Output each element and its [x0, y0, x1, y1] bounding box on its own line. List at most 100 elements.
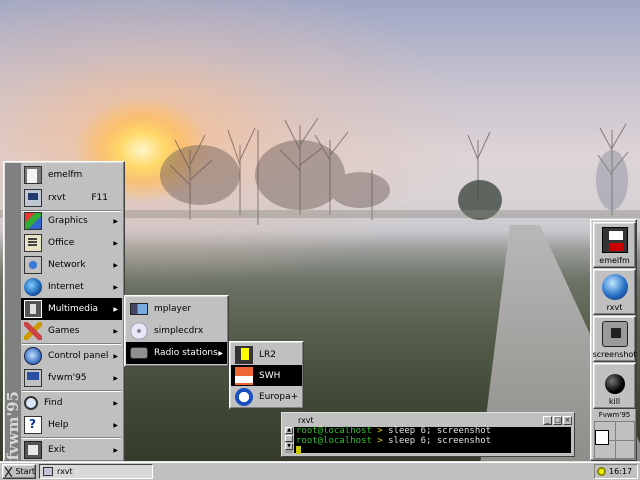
- terminal-icon: [24, 189, 42, 207]
- start-menu-banner: fvwm'95: [4, 163, 22, 460]
- swh-logo-icon: [235, 366, 253, 385]
- menu-item-label: Office: [48, 238, 75, 248]
- menu-item-network[interactable]: Network ▶: [21, 254, 122, 276]
- menu-item-label: fvwm'95: [48, 373, 87, 383]
- menu-item-swh[interactable]: SWH: [231, 365, 302, 386]
- taskbar: Start rxvt 16:17: [0, 461, 640, 480]
- menu-item-control-panel[interactable]: Control panel ▶: [21, 345, 122, 367]
- menu-item-help[interactable]: Help ▶: [21, 414, 122, 436]
- dock-button-label: kill: [608, 397, 621, 406]
- maximize-button[interactable]: □: [553, 416, 562, 425]
- desktop-pager[interactable]: Fvwm'95: [593, 410, 636, 460]
- dock-button-label: rxvt: [606, 303, 623, 312]
- menu-item-label: rxvt: [48, 193, 66, 203]
- start-button[interactable]: Start: [2, 464, 36, 479]
- submenu-arrow-icon: ▶: [113, 217, 118, 225]
- submenu-arrow-icon: ▶: [113, 327, 118, 335]
- prompt-text: root@localhost: [296, 426, 372, 436]
- terminal-line: root@localhost > sleep 6; screenshot: [296, 435, 571, 447]
- europa-plus-logo-icon: [235, 387, 253, 406]
- find-icon: [24, 396, 38, 410]
- menu-item-label: LR2: [259, 349, 276, 360]
- globe-icon: [601, 274, 628, 300]
- scroll-down-arrow-icon[interactable]: ▼: [285, 443, 293, 450]
- scroll-up-arrow-icon[interactable]: ▲: [285, 427, 293, 434]
- submenu-arrow-icon: ▶: [113, 352, 118, 360]
- command-text: sleep 6; screenshot: [382, 426, 492, 436]
- menu-item-emelfm[interactable]: emelfm: [21, 164, 122, 186]
- menu-item-label: SWH: [259, 370, 281, 381]
- menu-item-europa-plus[interactable]: Europa+: [231, 386, 302, 407]
- menu-item-graphics[interactable]: Graphics ▶: [21, 210, 122, 232]
- network-icon: [24, 256, 42, 274]
- rxvt-window[interactable]: rxvt _ □ × ▲ ▼ root@localhost > sleep 6;…: [281, 412, 575, 457]
- menu-item-exit[interactable]: Exit ▶: [21, 439, 122, 461]
- menu-item-label: Radio stations: [154, 348, 218, 358]
- clock[interactable]: 16:17: [609, 467, 632, 476]
- menu-item-label: Help: [48, 420, 69, 430]
- submenu-arrow-icon: ▶: [113, 399, 118, 407]
- menu-item-office[interactable]: Office ▶: [21, 232, 122, 254]
- prompt-text: root@localhost: [296, 435, 372, 446]
- menu-item-mplayer[interactable]: mplayer: [126, 298, 227, 320]
- menu-item-fvwm95[interactable]: fvwm'95 ▶: [21, 367, 122, 389]
- mplayer-icon: [130, 303, 148, 315]
- submenu-arrow-icon: ▶: [113, 446, 118, 454]
- window-title: rxvt: [298, 416, 314, 425]
- radio-stations-submenu: LR2 SWH Europa+: [229, 341, 304, 409]
- menu-item-games[interactable]: Games ▶: [21, 320, 122, 342]
- start-label: Start: [15, 467, 35, 476]
- dock-button-rxvt[interactable]: rxvt: [593, 269, 636, 315]
- camera-icon: [601, 321, 628, 347]
- menu-item-multimedia[interactable]: Multimedia ▶: [21, 298, 122, 320]
- menu-item-label: Control panel: [48, 351, 109, 361]
- menu-item-radio-stations[interactable]: Radio stations ▶: [126, 342, 227, 364]
- submenu-arrow-icon: ▶: [113, 283, 118, 291]
- terminal-output[interactable]: root@localhost > sleep 6; screenshot roo…: [294, 426, 571, 454]
- taskbar-button-label: rxvt: [57, 467, 73, 476]
- menu-item-lr2[interactable]: LR2: [231, 344, 302, 365]
- window-titlebar[interactable]: rxvt _ □ ×: [284, 415, 572, 426]
- menu-item-label: Find: [44, 398, 63, 408]
- taskbar-button-rxvt[interactable]: rxvt: [39, 464, 153, 479]
- submenu-arrow-icon: ▶: [113, 261, 118, 269]
- close-button[interactable]: ×: [563, 416, 572, 425]
- pager-window-thumbnail[interactable]: [595, 430, 609, 445]
- menu-item-shortcut: F11: [91, 193, 108, 203]
- tray-status-icon[interactable]: [597, 467, 606, 476]
- submenu-arrow-icon: ▶: [113, 239, 118, 247]
- dock-button-label: emelfm: [599, 256, 630, 265]
- fvwm-icon: [24, 369, 42, 387]
- command-text: sleep 6; screenshot: [382, 435, 492, 446]
- dock-button-emelfm[interactable]: emelfm: [593, 222, 636, 268]
- menu-item-label: Internet: [48, 282, 84, 292]
- dock-button-kill[interactable]: kill: [593, 363, 636, 409]
- terminal-line: [296, 446, 571, 458]
- file-manager-icon: [24, 166, 42, 184]
- menu-item-label: Multimedia: [48, 304, 99, 314]
- dock-button-screenshot[interactable]: screenshot: [593, 316, 636, 362]
- submenu-arrow-icon: ▶: [218, 349, 223, 357]
- terminal-icon: [43, 467, 53, 476]
- floppy-icon: [601, 227, 628, 253]
- menu-item-find[interactable]: Find ▶: [21, 392, 122, 414]
- help-icon: [24, 416, 42, 434]
- submenu-arrow-icon: ▶: [113, 421, 118, 429]
- submenu-arrow-icon: ▶: [113, 305, 118, 313]
- menu-item-label: Games: [48, 326, 80, 336]
- pager-title: Fvwm'95: [598, 411, 631, 419]
- minimize-button[interactable]: _: [543, 416, 552, 425]
- globe-icon: [24, 278, 42, 296]
- lr2-logo-icon: [235, 345, 253, 364]
- button-dock: emelfm rxvt screenshot kill Fvwm'95: [590, 219, 637, 461]
- terminal-scrollbar[interactable]: ▲ ▼: [285, 427, 293, 453]
- menu-item-internet[interactable]: Internet ▶: [21, 276, 122, 298]
- control-panel-icon: [24, 347, 42, 365]
- scroll-thumb[interactable]: [285, 435, 293, 442]
- menu-item-label: Exit: [48, 445, 66, 455]
- cd-icon: [130, 322, 148, 340]
- exit-icon: [24, 441, 42, 459]
- menu-item-simplecdrx[interactable]: simplecdrx: [126, 320, 227, 342]
- menu-item-rxvt[interactable]: rxvt F11: [21, 187, 122, 209]
- start-icon: [5, 466, 13, 477]
